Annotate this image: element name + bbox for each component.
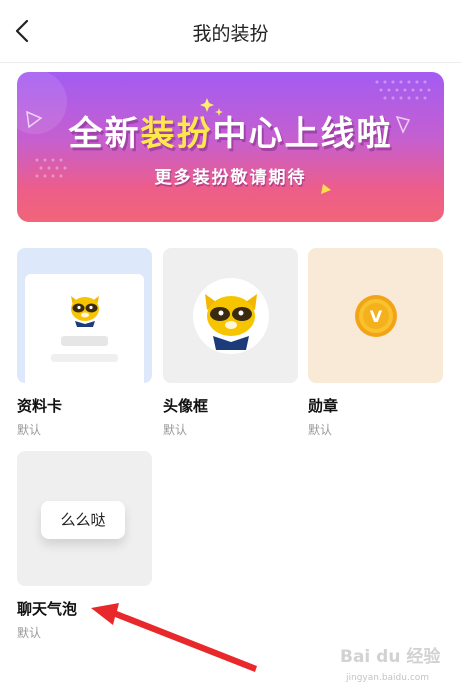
watermark-url: jingyan.baidu.com [345,673,429,683]
banner-subtitle: 更多装扮敬请期待 [154,168,307,188]
top-bar: 我的装扮 [0,0,461,63]
card-status: 默认 [163,423,188,437]
item-medal[interactable]: V 勋章 默认 [308,248,443,438]
banner-title: 全新装扮中心上线啦 [17,106,444,155]
raccoon-avatar-icon [193,278,269,354]
avatar-frame-thumbnail [163,248,298,383]
banner-title-part: 中心上线啦 [212,114,393,154]
placeholder-line [61,336,108,346]
profile-card-thumbnail [17,248,152,383]
item-avatar-frame[interactable]: 头像框 默认 [163,248,298,438]
watermark-brand: Bai du 经验 [340,646,441,667]
card-status: 默认 [308,423,333,437]
baidu-watermark: Bai du 经验 jingyan.baidu.com [340,646,441,683]
promo-banner[interactable]: 全新装扮中心上线啦 更多装扮敬请期待 [17,72,444,222]
item-profile-card[interactable]: 资料卡 默认 [17,248,152,438]
chat-bubble-thumbnail: 么么哒 [17,451,152,586]
card-title: 勋章 [308,397,339,415]
chat-bubble-sample: 么么哒 [41,501,125,539]
profile-card-preview [25,274,144,383]
annotation-arrow [91,603,257,672]
medal-letter: V [370,307,383,326]
placeholder-line [51,354,118,362]
card-title: 头像框 [163,397,209,415]
medal-thumbnail: V [308,248,443,383]
card-status: 默认 [17,423,42,437]
page-title: 我的装扮 [192,23,269,45]
raccoon-avatar-icon [71,296,99,327]
banner-title-part: 全新 [68,114,141,154]
banner-title-highlight: 装扮 [140,114,213,154]
gold-coin-icon: V [355,295,397,337]
card-title: 资料卡 [17,397,63,415]
